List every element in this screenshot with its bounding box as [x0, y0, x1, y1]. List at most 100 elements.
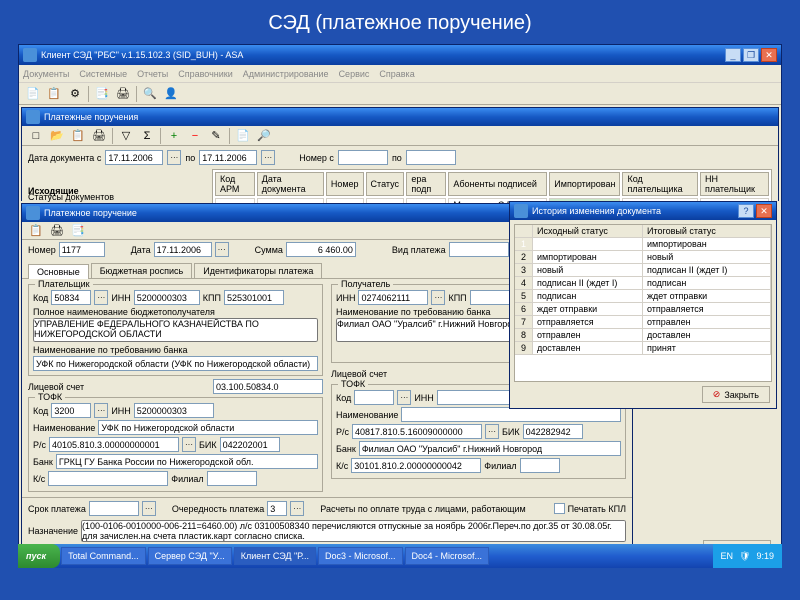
date-picker-button[interactable]: ···: [215, 242, 229, 257]
bik-input[interactable]: [220, 437, 280, 452]
col-header[interactable]: Итоговый статус: [643, 225, 771, 237]
add-icon[interactable]: +: [164, 127, 184, 145]
r-filial-input[interactable]: [520, 458, 560, 473]
filter-icon[interactable]: ▽: [116, 127, 136, 145]
tool-icon[interactable]: 🔍: [140, 85, 160, 103]
col-header[interactable]: НН плательщик: [700, 172, 769, 196]
date-picker-button[interactable]: ···: [142, 501, 156, 516]
taskbar-item[interactable]: Клиент СЭД "Р...: [234, 547, 316, 565]
ochered-input[interactable]: [267, 501, 287, 516]
r-rs-input[interactable]: [352, 424, 482, 439]
history-row[interactable]: 3новыйподписан II (ждет I): [515, 264, 771, 277]
history-row[interactable]: 5подписанждет отправки: [515, 290, 771, 303]
tab-ids[interactable]: Идентификаторы платежа: [194, 263, 322, 278]
tool-icon[interactable]: 👤: [161, 85, 181, 103]
history-row[interactable]: 8отправлендоставлен: [515, 329, 771, 342]
kod-input[interactable]: [51, 290, 91, 305]
tool-icon[interactable]: 📑: [68, 222, 88, 240]
taskbar-item[interactable]: Сервер СЭД "У...: [148, 547, 232, 565]
help-button[interactable]: ?: [738, 204, 754, 218]
r-inn-input[interactable]: [358, 290, 428, 305]
bankreq-input[interactable]: [33, 356, 318, 371]
edit-icon[interactable]: ✎: [206, 127, 226, 145]
menu-item[interactable]: Администрирование: [243, 69, 329, 79]
tool-icon[interactable]: 🔎: [254, 127, 274, 145]
menu-item[interactable]: Документы: [23, 69, 69, 79]
col-header[interactable]: ера подп: [406, 172, 446, 196]
date-picker-button[interactable]: ···: [261, 150, 275, 165]
tab-budget[interactable]: Бюджетная роспись: [91, 263, 193, 278]
new-icon[interactable]: □: [26, 127, 46, 145]
tool-icon[interactable]: 📋: [68, 127, 88, 145]
history-grid[interactable]: Исходный статус Итоговый статус 1импорти…: [514, 224, 772, 382]
system-tray[interactable]: EN 🛡 9:19: [713, 544, 782, 568]
tool-icon[interactable]: 🖨: [47, 222, 67, 240]
menu-item[interactable]: Отчеты: [137, 69, 168, 79]
tofk-name-input[interactable]: [98, 420, 318, 435]
inn-input[interactable]: [134, 290, 200, 305]
menu-item[interactable]: Системные: [79, 69, 127, 79]
history-close-button[interactable]: ⊘ Закрыть: [702, 386, 770, 403]
tool-icon[interactable]: 📋: [26, 222, 46, 240]
sum-input[interactable]: [286, 242, 356, 257]
history-row[interactable]: 1импортирован: [515, 238, 771, 251]
tool-icon[interactable]: Σ: [137, 127, 157, 145]
r-tofk-inn-input[interactable]: [437, 390, 517, 405]
r-ks-input[interactable]: [351, 458, 481, 473]
start-button[interactable]: пуск: [18, 544, 60, 568]
col-header[interactable]: Дата документа: [257, 172, 324, 196]
lookup-button[interactable]: ···: [431, 290, 445, 305]
tool-icon[interactable]: 🖨: [113, 85, 133, 103]
history-row[interactable]: 2импортированновый: [515, 251, 771, 264]
col-header[interactable]: Импортирован: [549, 172, 620, 196]
menu-item[interactable]: Справка: [379, 69, 414, 79]
restore-button[interactable]: ❐: [743, 48, 759, 62]
fullname-input[interactable]: [33, 318, 318, 342]
close-button[interactable]: ✕: [761, 48, 777, 62]
menu-item[interactable]: Сервис: [339, 69, 370, 79]
filial-input[interactable]: [207, 471, 257, 486]
date-to-input[interactable]: [199, 150, 257, 165]
r-bik-input[interactable]: [523, 424, 583, 439]
minimize-button[interactable]: _: [725, 48, 741, 62]
lookup-button[interactable]: ···: [94, 403, 108, 418]
taskbar-item[interactable]: Doc4 - Microsof...: [405, 547, 490, 565]
r-tofk-name-input[interactable]: [401, 407, 621, 422]
paytype-input[interactable]: [449, 242, 509, 257]
taskbar-item[interactable]: Doc3 - Microsof...: [318, 547, 403, 565]
lookup-button[interactable]: ···: [485, 424, 499, 439]
close-button[interactable]: ✕: [756, 204, 772, 218]
lookup-button[interactable]: ···: [397, 390, 411, 405]
col-header[interactable]: Абоненты подписей: [448, 172, 547, 196]
num-from-input[interactable]: [338, 150, 388, 165]
num-to-input[interactable]: [406, 150, 456, 165]
history-row[interactable]: 6ждет отправкиотправляется: [515, 303, 771, 316]
tray-icon[interactable]: 🛡: [739, 551, 750, 562]
r-bank-input[interactable]: [359, 441, 621, 456]
open-icon[interactable]: 📂: [47, 127, 67, 145]
tofk-inn-input[interactable]: [134, 403, 214, 418]
col-header[interactable]: Код плательщика: [622, 172, 698, 196]
date-from-input[interactable]: [105, 150, 163, 165]
lookup-button[interactable]: ···: [94, 290, 108, 305]
col-header[interactable]: Номер: [326, 172, 364, 196]
lookup-button[interactable]: ···: [290, 501, 304, 516]
r-tofk-kod-input[interactable]: [354, 390, 394, 405]
history-row[interactable]: 7отправляетсяотправлен: [515, 316, 771, 329]
lang-indicator[interactable]: EN: [721, 551, 734, 561]
col-header[interactable]: Код АРМ: [215, 172, 255, 196]
date-input[interactable]: [154, 242, 212, 257]
tool-icon[interactable]: 📋: [44, 85, 64, 103]
col-header[interactable]: Статус: [366, 172, 405, 196]
rs-input[interactable]: [49, 437, 179, 452]
kpp-input[interactable]: [224, 290, 284, 305]
date-picker-button[interactable]: ···: [167, 150, 181, 165]
ls-input[interactable]: [213, 379, 323, 394]
menu-item[interactable]: Справочники: [178, 69, 233, 79]
tab-main[interactable]: Основные: [28, 264, 89, 279]
history-row[interactable]: 4подписан II (ждет I)подписан: [515, 277, 771, 290]
tool-icon[interactable]: ⚙: [65, 85, 85, 103]
tofk-kod-input[interactable]: [51, 403, 91, 418]
ks-input[interactable]: [48, 471, 168, 486]
srok-input[interactable]: [89, 501, 139, 516]
